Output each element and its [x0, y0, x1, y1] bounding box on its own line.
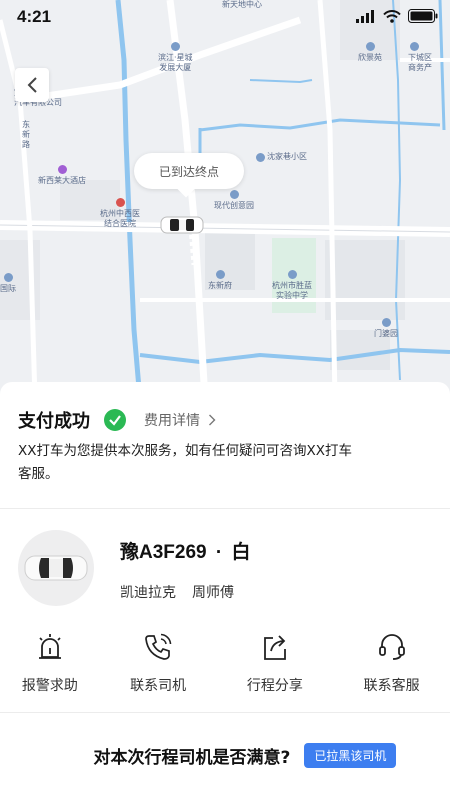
blacklist-driver-button[interactable]: 已拉黑该司机: [304, 743, 397, 768]
poi-pin-icon: [215, 270, 225, 279]
car-image-icon: [24, 555, 88, 581]
alarm-help-button[interactable]: 报警求助: [0, 630, 100, 695]
headset-icon: [378, 630, 406, 664]
car-model: 凯迪拉克: [120, 585, 176, 601]
signal-icon: [356, 9, 374, 23]
poi-label: 杭州市胜蓝 实验中学: [272, 281, 312, 300]
poi-guoji: 国际: [0, 273, 16, 294]
poi-menpoyuan: 门婆园: [374, 318, 398, 339]
poi-xiandai: 现代创意园: [214, 190, 254, 211]
poi-pin-icon: [365, 42, 375, 51]
poi-pin-icon: [170, 42, 180, 51]
poi-label: 下城区 商务产: [408, 53, 432, 72]
poi-label: 欣景苑: [358, 53, 382, 62]
poi-label: 东 新 路: [22, 120, 30, 149]
poi-label: 门婆园: [374, 329, 398, 338]
success-check-icon: [104, 409, 126, 431]
share-trip-button[interactable]: 行程分享: [217, 630, 334, 695]
poi-label: 现代创意园: [214, 201, 254, 210]
payment-title: 支付成功: [18, 411, 90, 432]
poi-xixilai-hotel: 新西莱大酒店: [38, 165, 86, 186]
arrival-text: 已到达终点: [158, 164, 219, 179]
poi-pin-icon: [57, 165, 67, 174]
car-avatar: [18, 530, 94, 606]
rating-question: 对本次行程司机是否满意?: [93, 748, 291, 768]
map-view[interactable]: 新天地中心 滨江·星城 发展大厦 欣景苑 下城区 商务产 宝通 汽车有限公司 东…: [0, 0, 450, 400]
poi-pin-icon: [115, 198, 125, 207]
alarm-icon: [37, 630, 63, 664]
action-label: 报警求助: [21, 678, 78, 694]
action-label: 联系客服: [363, 678, 420, 694]
trip-summary-sheet: 支付成功 费用详情 XX打车为您提供本次服务，如有任何疑问可咨询XX打车客服。 …: [0, 382, 450, 800]
poi-pin-icon: [256, 152, 265, 162]
poi-dongxinfu: 东新府: [208, 270, 232, 291]
action-label: 行程分享: [246, 678, 303, 694]
divider: [0, 712, 450, 713]
vehicle-plate-row: 豫A3F269 · 白: [120, 537, 251, 564]
poi-binjiang: 滨江·星城 发展大厦: [158, 42, 193, 73]
poi-xiacheng: 下城区 商务产: [408, 42, 432, 73]
divider: [0, 508, 450, 509]
action-label: 联系司机: [130, 678, 187, 694]
driver-info-row: 凯迪拉克 周师傅: [120, 582, 234, 602]
back-button[interactable]: [15, 68, 49, 102]
plate-separator: ·: [215, 542, 223, 563]
poi-label: 杭州中西医 结合医院: [100, 209, 140, 228]
arrival-bubble: 已到达终点: [134, 153, 244, 189]
rating-row: 对本次行程司机是否满意? 已拉黑该司机: [0, 743, 450, 768]
license-plate: 豫A3F269: [120, 542, 207, 563]
poi-dongxin-road: 东 新 路: [22, 120, 30, 150]
poi-pin-icon: [381, 318, 391, 327]
contact-support-button[interactable]: 联系客服: [333, 630, 450, 695]
share-icon: [262, 630, 288, 664]
wifi-icon: [383, 9, 401, 23]
poi-hangzhou-hospital: 杭州中西医 结合医院: [100, 198, 140, 229]
car-marker-icon: [160, 215, 204, 239]
poi-shenjiaxiang: 沈家巷小区: [256, 152, 307, 162]
chevron-left-icon: [27, 77, 37, 93]
poi-pin-icon: [3, 273, 13, 282]
poi-label: 沈家巷小区: [267, 152, 307, 161]
poi-shenglan-school: 杭州市胜蓝 实验中学: [272, 270, 312, 301]
phone-icon: [144, 630, 172, 664]
fee-details-label: 费用详情: [144, 413, 200, 429]
car-color: 白: [231, 542, 251, 563]
status-time: 4:21: [17, 7, 52, 26]
payment-description: XX打车为您提供本次服务，如有任何疑问可咨询XX打车客服。: [18, 443, 352, 482]
poi-label: 新西莱大酒店: [38, 176, 86, 185]
poi-label: 滨江·星城 发展大厦: [158, 53, 193, 72]
poi-label: 东新府: [208, 281, 232, 290]
fee-details-link[interactable]: 费用详情: [144, 410, 216, 430]
battery-icon: [408, 9, 438, 23]
poi-label: 国际: [0, 284, 16, 293]
action-bar: 报警求助 联系司机 行程分享 联系客服: [0, 630, 450, 695]
poi-xinjingyuan: 欣景苑: [358, 42, 382, 63]
contact-driver-button[interactable]: 联系司机: [100, 630, 217, 695]
payment-status-row: 支付成功 费用详情: [18, 407, 216, 433]
poi-pin-icon: [229, 190, 239, 199]
poi-pin-icon: [410, 42, 419, 51]
status-bar: 4:21: [0, 0, 450, 34]
driver-name: 周师傅: [192, 585, 234, 601]
chevron-right-icon: [209, 414, 216, 426]
poi-pin-icon: [287, 270, 297, 279]
status-icons: [356, 9, 438, 23]
